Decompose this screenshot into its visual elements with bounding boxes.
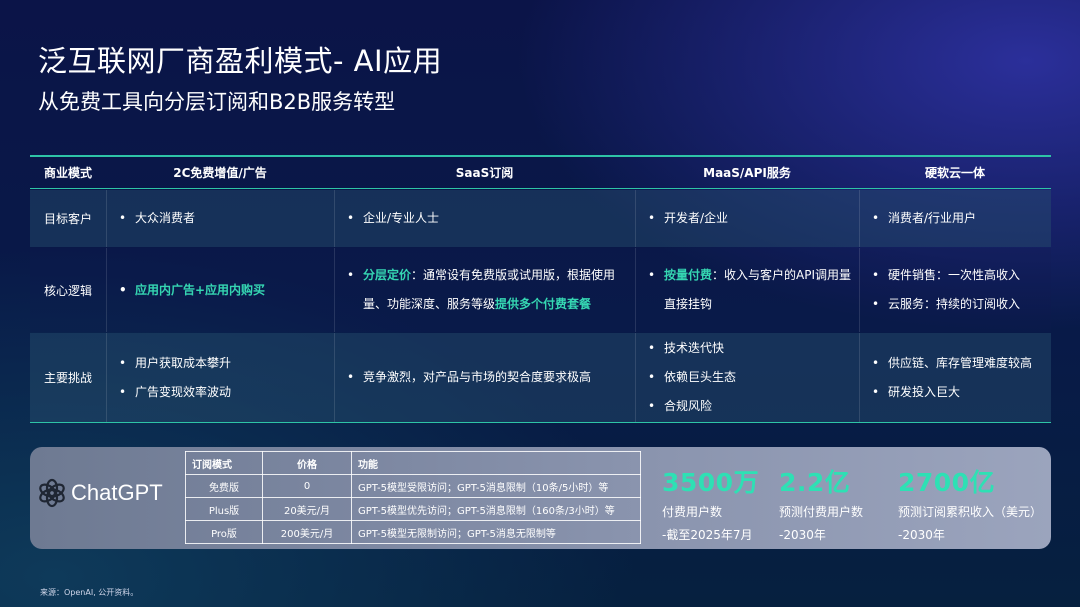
table-row-challenges: 主要挑战 用户获取成本攀升 广告变现效率波动 竞争激烈，对产品与市场的契合度要求…: [30, 333, 1051, 423]
list-item: 大众消费者: [119, 204, 195, 233]
stat-forecast-users: 2.2亿 预测付费用户数 -2030年: [779, 468, 864, 542]
openai-knot-icon: [39, 478, 65, 508]
list-item: 企业/专业人士: [347, 204, 439, 233]
table-row-core-logic: 核心逻辑 应用内广告+应用内购买 分层定价：通常设有免费版或试用版，根据使用量、…: [30, 248, 1051, 332]
chatgpt-logo-text: ChatGPT: [71, 480, 163, 505]
source-note: 来源：OpenAI, 公开资料。: [40, 588, 139, 597]
table-header-row: 商业模式 2C免费增值/广告 SaaS订阅 MaaS/API服务 硬软云一体: [30, 155, 1051, 189]
list-item: 合规风险: [648, 392, 736, 421]
list-item: 消费者/行业用户: [872, 204, 976, 233]
list-item: 技术迭代快: [648, 334, 736, 363]
list-item: 云服务：持续的订阅收入: [872, 290, 1020, 319]
table-row: Plus版 20美元/月 GPT-5模型优先访问；GPT-5消息限制（160条/…: [185, 497, 641, 521]
row-label-logic: 核心逻辑: [44, 283, 93, 298]
list-item: 开发者/企业: [648, 204, 728, 233]
list-item: 竞争激烈，对产品与市场的契合度要求极高: [347, 363, 591, 392]
chatgpt-logo: ChatGPT: [37, 478, 163, 508]
list-item: 分层定价：通常设有免费版或试用版，根据使用量、功能深度、服务等级提供多个付费套餐: [347, 261, 635, 319]
list-item: 硬件销售：一次性高收入: [872, 261, 1020, 290]
list-item: 用户获取成本攀升: [119, 349, 231, 378]
table-row: 免费版 0 GPT-5模型受限访问；GPT-5消息限制（10条/5小时）等: [185, 474, 641, 498]
header-saas: SaaS订阅: [455, 166, 514, 180]
list-item: 广告变现效率波动: [119, 378, 231, 407]
list-item: 研发投入巨大: [872, 378, 1032, 407]
subscription-header-row: 订阅模式 价格 功能: [185, 451, 641, 475]
stat-paid-users: 3500万 付费用户数 -截至2025年7月: [662, 468, 760, 542]
header-2c: 2C免费增值/广告: [173, 166, 267, 180]
header-maas: MaaS/API服务: [703, 166, 791, 180]
business-model-table: 商业模式 2C免费增值/广告 SaaS订阅 MaaS/API服务 硬软云一体 目…: [30, 155, 1051, 423]
chatgpt-panel: ChatGPT 订阅模式 价格 功能 免费版 0 GPT-5模型受限访问；GPT…: [30, 447, 1051, 549]
header-hardware-cloud: 硬软云一体: [924, 166, 985, 180]
subscription-table: 订阅模式 价格 功能 免费版 0 GPT-5模型受限访问；GPT-5消息限制（1…: [185, 451, 641, 544]
list-item: 应用内广告+应用内购买: [119, 276, 265, 305]
page-title: 泛互联网厂商盈利模式- AI应用: [38, 44, 443, 78]
table-row: Pro版 200美元/月 GPT-5模型无限制访问；GPT-5消息无限制等: [185, 520, 641, 544]
stat-forecast-revenue: 2700亿 预测订阅累积收入（美元） -2030年: [898, 468, 1043, 542]
row-label-target: 目标客户: [44, 212, 93, 226]
row-label-challenge: 主要挑战: [44, 371, 93, 385]
list-item: 依赖巨头生态: [648, 363, 736, 392]
list-item: 按量付费：收入与客户的API调用量直接挂钩: [648, 261, 859, 319]
header-business-model: 商业模式: [44, 166, 93, 180]
list-item: 供应链、库存管理难度较高: [872, 349, 1032, 378]
table-row-target-customer: 目标客户 大众消费者 企业/专业人士 开发者/企业 消费者/行业用户: [30, 190, 1051, 247]
page-subtitle: 从免费工具向分层订阅和B2B服务转型: [38, 90, 396, 114]
